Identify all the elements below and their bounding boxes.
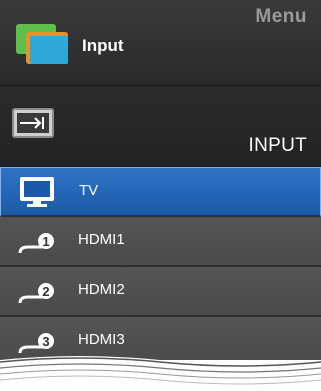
hdmi1-icon: 1 [18,233,54,254]
list-item-hdmi2[interactable]: 2 HDMI2 [0,267,321,317]
input-source-icon [12,108,54,138]
torn-edge [0,356,321,391]
menu-label: Menu [255,6,307,27]
list-item-label: HDMI3 [78,331,125,348]
svg-text:2: 2 [42,284,49,299]
svg-text:3: 3 [42,334,49,349]
input-list: TV 1 HDMI1 2 HDMI2 3 HDMI3 [0,167,321,360]
input-source-row[interactable]: INPUT [0,86,321,167]
input-menu-panel: Menu Input INPUT TV 1 HDMI1 2 HDMI2 3 HD… [0,0,321,360]
svg-text:1: 1 [42,234,49,249]
list-item-label: HDMI1 [78,231,125,248]
list-item-tv[interactable]: TV [0,167,321,217]
hdmi2-icon: 2 [18,283,54,304]
list-item-hdmi1[interactable]: 1 HDMI1 [0,217,321,267]
input-category-icon [16,24,68,64]
page-title: Input [82,36,124,55]
tv-icon [20,177,54,207]
list-item-label: HDMI2 [78,281,125,298]
input-source-label: INPUT [248,135,307,156]
menu-header: Menu Input [0,0,321,86]
list-item-label: TV [79,182,99,199]
